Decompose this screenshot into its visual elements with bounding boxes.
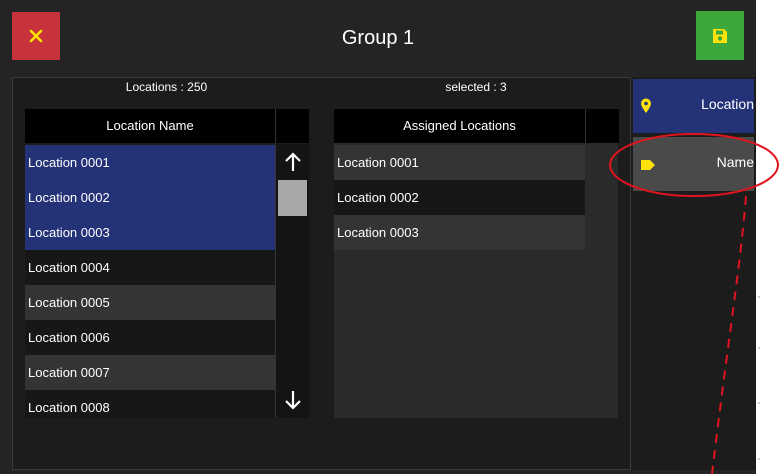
- location-list-item[interactable]: Location 0001: [25, 145, 275, 180]
- save-floppy-icon: [713, 28, 727, 43]
- arrow-up-icon: [284, 152, 301, 171]
- scroll-down-button[interactable]: [276, 385, 309, 415]
- assigned-locations-header[interactable]: Assigned Locations: [334, 109, 585, 143]
- location-list-item[interactable]: Location 0008: [25, 390, 275, 418]
- location-list-item[interactable]: Location 0007: [25, 355, 275, 390]
- edge-marker: [758, 347, 760, 349]
- locations-count: Locations : 250: [125, 80, 208, 94]
- sidebar-item-name[interactable]: Name: [633, 137, 754, 191]
- location-list-item[interactable]: Location 0002: [25, 180, 275, 215]
- scrollbar-thumb[interactable]: [278, 180, 307, 216]
- location-list-item[interactable]: Location 0004: [25, 250, 275, 285]
- save-button[interactable]: [696, 11, 744, 60]
- edge-marker: [758, 402, 760, 404]
- close-button[interactable]: [12, 12, 60, 60]
- page-title: Group 1: [341, 27, 415, 49]
- location-list-item[interactable]: Location 0006: [25, 320, 275, 355]
- assigned-list-item[interactable]: Location 0003: [334, 215, 585, 250]
- edge-marker: [758, 296, 760, 298]
- assignment-panel: Locations : 250 selected : 3 Location Na…: [12, 77, 631, 470]
- arrow-down-icon: [284, 391, 301, 410]
- location-list-scrollbar[interactable]: [275, 144, 309, 418]
- map-pin-icon: [640, 98, 652, 119]
- sidebar-item-location[interactable]: Location: [633, 79, 754, 133]
- edge-marker: [758, 458, 760, 460]
- selected-count: selected : 3: [445, 80, 507, 94]
- close-x-icon: [29, 29, 43, 43]
- sidebar-item-label: Location: [701, 96, 754, 112]
- location-name-header[interactable]: Location Name: [25, 109, 275, 143]
- scroll-header-spacer: [275, 109, 309, 143]
- assigned-list-item[interactable]: Location 0001: [334, 145, 585, 180]
- app-screen: Group 1 Locations : 250 selected : 3 Loc…: [0, 0, 780, 474]
- location-list-item[interactable]: Location 0003: [25, 215, 275, 250]
- assigned-location-list: Location 0001 Location 0002 Location 0003: [334, 144, 585, 418]
- scroll-up-button[interactable]: [276, 147, 309, 177]
- tag-icon: [640, 158, 656, 176]
- location-list-item[interactable]: Location 0005: [25, 285, 275, 320]
- sort-sidebar: Location Name: [631, 77, 756, 470]
- assigned-header-spacer: [585, 109, 619, 143]
- header-bar: Group 1: [0, 0, 756, 72]
- location-list: Location 0001 Location 0002 Location 0003 L…: [25, 144, 275, 418]
- assigned-list-item[interactable]: Location 0002: [334, 180, 585, 215]
- sidebar-item-label: Name: [716, 154, 754, 170]
